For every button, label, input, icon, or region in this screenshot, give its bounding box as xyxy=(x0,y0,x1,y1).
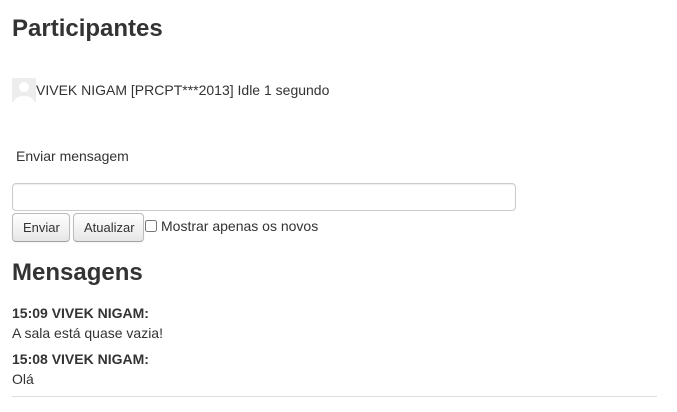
show-new-only-label: Mostrar apenas os novos xyxy=(161,218,319,234)
show-new-only-checkbox[interactable] xyxy=(145,220,157,232)
message-body: A sala está quase vazia! xyxy=(12,325,163,341)
default-user-avatar-icon xyxy=(12,78,36,102)
divider xyxy=(12,396,657,397)
send-button[interactable]: Enviar xyxy=(12,213,70,242)
participants-title: Participantes xyxy=(12,15,163,42)
participant-name[interactable]: VIVEK NIGAM [PRCPT***2013] Idle 1 segund… xyxy=(36,82,329,98)
message-header: 15:08 VIVEK NIGAM: xyxy=(12,351,149,367)
message-body: Olá xyxy=(12,371,34,387)
update-button[interactable]: Atualizar xyxy=(73,213,144,242)
message-input[interactable] xyxy=(12,183,516,211)
show-new-only-toggle[interactable]: Mostrar apenas os novos xyxy=(145,218,318,234)
participant-item: VIVEK NIGAM [PRCPT***2013] Idle 1 segund… xyxy=(12,78,329,102)
messages-title: Mensagens xyxy=(12,259,143,286)
message-header: 15:09 VIVEK NIGAM: xyxy=(12,305,149,321)
send-message-label: Enviar mensagem xyxy=(16,148,129,164)
chat-page: Participantes VIVEK NIGAM [PRCPT***2013]… xyxy=(0,0,677,412)
